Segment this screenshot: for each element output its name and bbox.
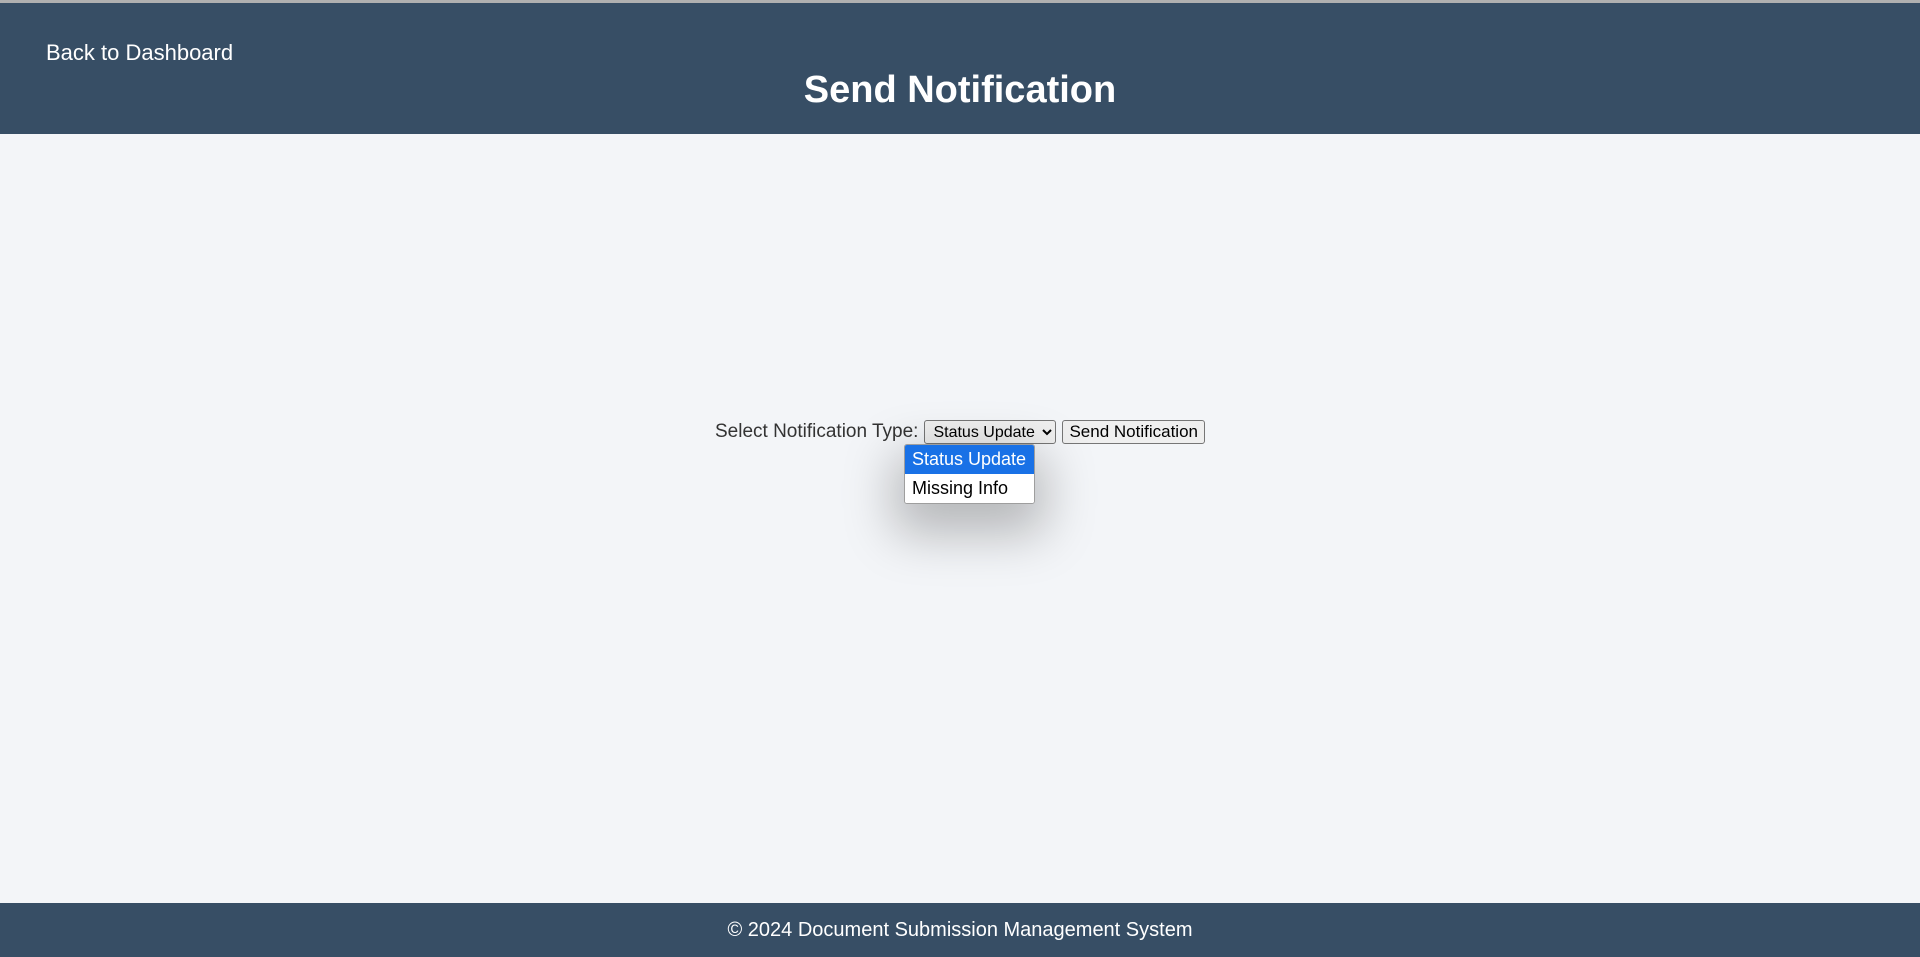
footer-copyright: © 2024 Document Submission Management Sy…: [728, 919, 1193, 941]
send-notification-button[interactable]: Send Notification: [1062, 420, 1205, 444]
dropdown-option-status-update[interactable]: Status Update: [905, 445, 1034, 474]
page-header: Back to Dashboard Send Notification: [0, 3, 1920, 134]
notification-form-row: Select Notification Type: Status Update …: [715, 420, 1205, 444]
notification-type-label: Select Notification Type:: [715, 421, 918, 443]
page-footer: © 2024 Document Submission Management Sy…: [0, 903, 1920, 957]
back-to-dashboard-link[interactable]: Back to Dashboard: [46, 40, 233, 66]
notification-type-select[interactable]: Status Update: [924, 420, 1056, 444]
dropdown-option-missing-info[interactable]: Missing Info: [905, 474, 1034, 503]
notification-type-dropdown: Status Update Missing Info: [904, 444, 1035, 504]
main-content: Select Notification Type: Status Update …: [0, 134, 1920, 729]
page-title: Send Notification: [46, 69, 1874, 112]
